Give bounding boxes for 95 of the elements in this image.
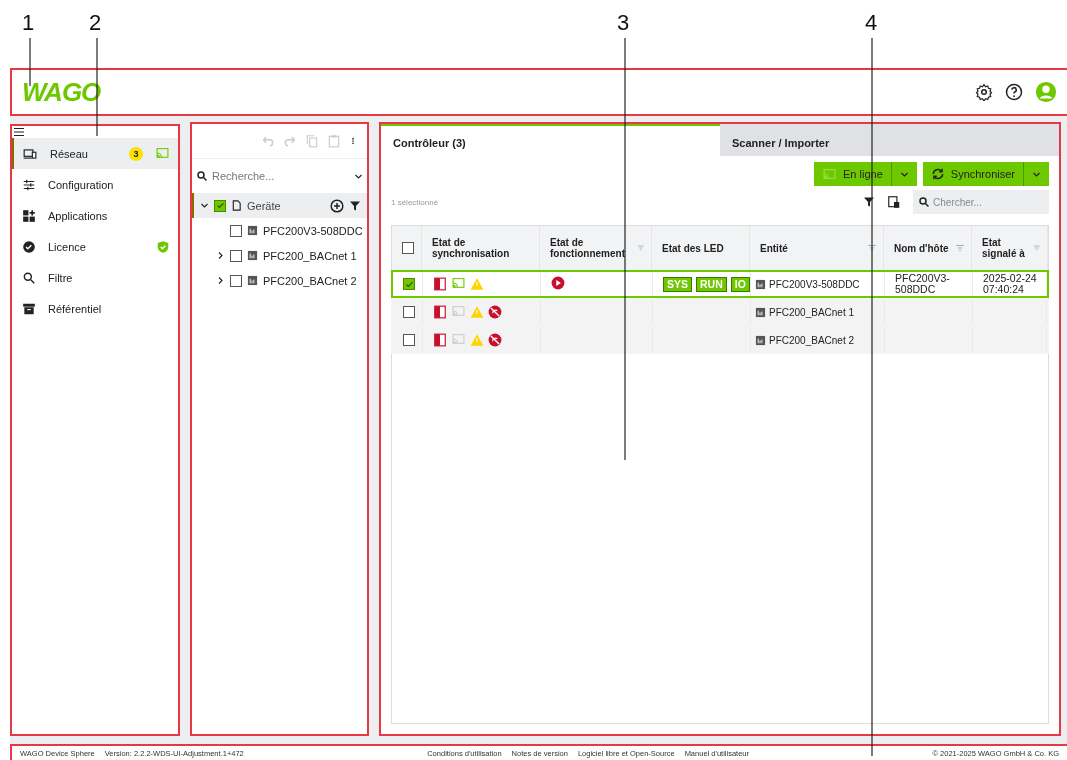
apps-icon <box>22 208 36 223</box>
filter-icon <box>1033 243 1041 253</box>
tree-item[interactable]: PFC200_BACnet 1 <box>192 243 367 268</box>
menu-icon <box>12 126 26 138</box>
file-icon <box>231 200 242 211</box>
filter-icon <box>637 243 645 253</box>
search-field[interactable]: Recherche... <box>210 169 352 183</box>
badge-check-icon <box>22 239 36 254</box>
cast-icon <box>451 276 466 290</box>
device-icon <box>247 250 258 261</box>
cast-icon <box>822 167 838 181</box>
sidebar-item[interactable]: Réseau 3 <box>12 138 178 169</box>
devices-icon <box>22 146 38 161</box>
tree-item[interactable]: PFC200V3-508DDC <box>192 218 367 243</box>
warning-icon <box>470 333 484 347</box>
device-icon <box>755 278 766 290</box>
callout-number: 2 <box>89 10 102 36</box>
device-icon <box>247 275 258 286</box>
help-icon <box>1005 83 1023 101</box>
table-row[interactable]: PFC200_BACnet 2 <box>391 326 1049 354</box>
warning-icon <box>470 305 484 319</box>
cast-icon <box>451 332 466 346</box>
undo-icon <box>261 134 275 148</box>
checkbox[interactable] <box>403 278 415 290</box>
callout-number: 1 <box>22 10 35 36</box>
led-indicator: SYS <box>663 276 692 292</box>
leader-line <box>29 37 31 87</box>
device-icon <box>755 306 766 318</box>
settings-icon <box>975 83 993 101</box>
search-icon <box>918 196 930 208</box>
checkbox[interactable] <box>214 199 226 212</box>
check-icon <box>215 201 225 210</box>
clipboard-icon <box>327 134 341 148</box>
disconnected-icon <box>488 305 502 319</box>
chevron-right-icon <box>216 276 225 285</box>
search-field[interactable]: Chercher... <box>913 190 1049 214</box>
filter-icon <box>349 199 361 212</box>
led-indicator: RUN <box>696 276 727 292</box>
checkbox[interactable] <box>230 249 242 262</box>
tab[interactable]: Contrôleur (3) <box>381 124 720 156</box>
checkbox[interactable] <box>230 274 242 287</box>
search-icon <box>22 270 36 285</box>
count-badge: 3 <box>129 146 143 161</box>
archive-icon <box>22 301 36 316</box>
checkbox[interactable] <box>403 306 415 318</box>
checkbox[interactable] <box>403 334 415 346</box>
table-row[interactable]: SYS RUN IO PFC200V3-508DDC PFC200V3-508DDC 2025-02-24 07:40:24 <box>391 270 1049 298</box>
sidebar-item[interactable]: Licence <box>12 231 178 262</box>
check-icon <box>404 279 414 289</box>
logo: WAGO <box>22 76 101 108</box>
filter-icon <box>955 243 965 253</box>
tree-item[interactable]: PFC200_BACnet 2 <box>192 268 367 293</box>
callout-number: 4 <box>865 10 878 36</box>
tree-label: PFC200_BACnet 2 <box>263 274 357 287</box>
half-square-icon <box>433 305 447 319</box>
chevron-right-icon <box>216 251 225 260</box>
redo-icon <box>283 134 297 148</box>
sidebar-item[interactable]: Référentiel <box>12 293 178 324</box>
table-cell: PFC200_BACnet 2 <box>769 334 855 346</box>
chevron-down-icon <box>200 201 209 210</box>
device-icon <box>755 334 766 346</box>
tree-item[interactable]: Geräte <box>192 193 367 218</box>
synchronise-button[interactable]: Synchroniser <box>922 162 1023 186</box>
checkbox[interactable] <box>230 224 242 237</box>
add-icon <box>330 198 344 213</box>
tree-label: Geräte <box>247 199 282 212</box>
cast-icon <box>451 304 466 318</box>
disconnected-icon <box>488 333 502 347</box>
sliders-icon <box>22 177 36 192</box>
table-row[interactable]: PFC200_BACnet 1 <box>391 298 1049 326</box>
callout-number: 3 <box>617 10 630 36</box>
table-cell: PFC200V3-508DDC <box>769 278 860 290</box>
cast-icon <box>155 147 170 160</box>
warning-icon <box>470 277 484 291</box>
half-square-icon <box>433 277 447 291</box>
sidebar-item[interactable]: Configuration <box>12 169 178 200</box>
sidebar-item[interactable]: Filtre <box>12 262 178 293</box>
table-cell-text: 2025-02-24 07:40:24 <box>983 273 1038 295</box>
led-indicator: IO <box>730 276 750 292</box>
avatar-icon <box>1035 81 1057 103</box>
tree-label: PFC200V3-508DDC <box>263 224 363 237</box>
selection-count: 1 sélectionné <box>391 197 439 207</box>
table-cell: PFC200_BACnet 1 <box>769 306 855 318</box>
checkbox[interactable] <box>402 242 414 254</box>
table-cell-text: PFC200V3-508DDC <box>895 273 951 295</box>
half-square-icon <box>433 333 447 347</box>
tree-label: PFC200_BACnet 1 <box>263 249 357 262</box>
sync-icon <box>930 167 945 181</box>
play-icon <box>551 276 565 290</box>
copy-icon <box>305 134 319 148</box>
device-icon <box>247 225 258 236</box>
sidebar-item[interactable]: Applications <box>12 200 178 231</box>
columns-icon <box>887 195 901 209</box>
search-icon <box>196 170 208 182</box>
shield-check-icon <box>156 239 170 254</box>
